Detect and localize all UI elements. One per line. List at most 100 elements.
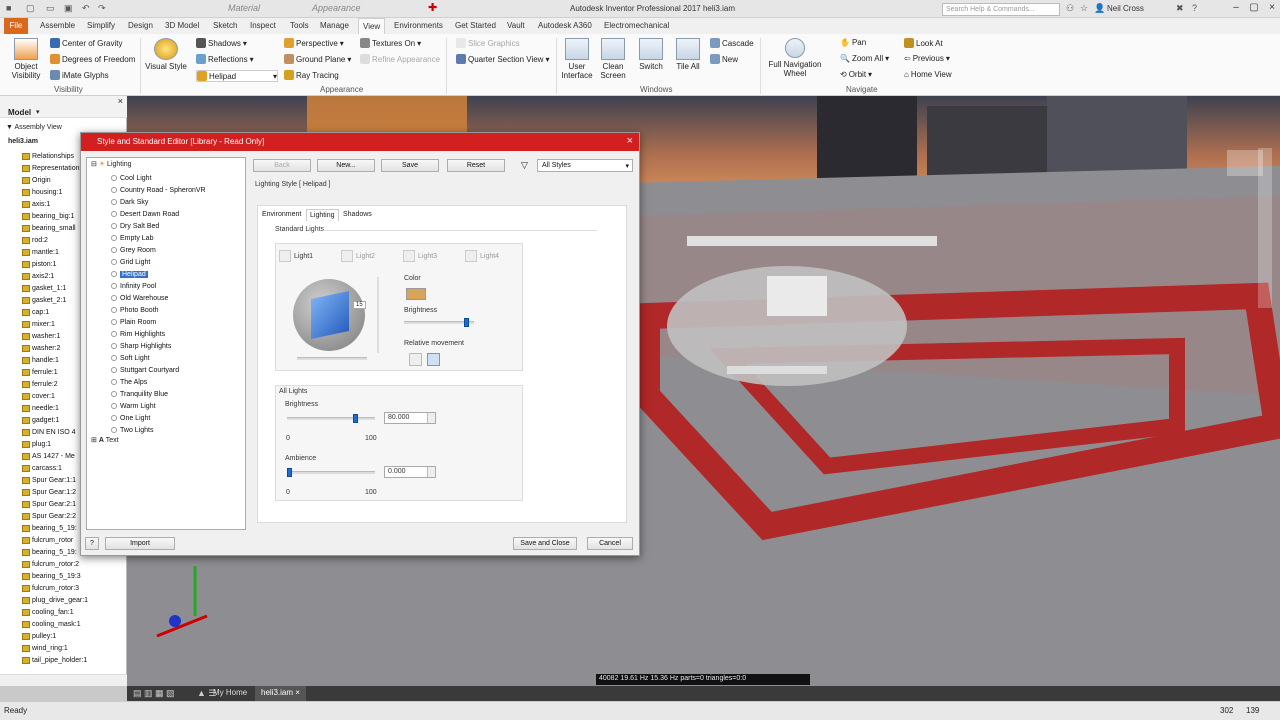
refine-appearance-button[interactable]: Refine Appearance: [360, 54, 440, 64]
style-filter-select[interactable]: All Styles ▾: [537, 159, 633, 172]
new-window-button[interactable]: New: [710, 54, 738, 64]
style-item[interactable]: Sharp Highlights: [87, 340, 245, 352]
style-item[interactable]: Two Lights: [87, 424, 245, 436]
maximize-icon[interactable]: ▢: [1244, 2, 1264, 16]
tab-my-home[interactable]: My Home: [213, 688, 247, 697]
lighting-style-select[interactable]: Helipad ▾: [196, 70, 278, 82]
tab-environment[interactable]: Environment: [259, 209, 304, 220]
light-horizontal-slider[interactable]: [297, 357, 367, 360]
open-file-icon[interactable]: ▭: [46, 3, 55, 14]
tab-light1[interactable]: Light1: [279, 250, 313, 262]
browser-item[interactable]: plug_drive_gear:1: [2, 594, 124, 606]
help-icon[interactable]: ?: [1192, 3, 1197, 13]
undo-icon[interactable]: ↶: [82, 3, 90, 14]
tab-autodesk-a360[interactable]: Autodesk A360: [538, 21, 592, 30]
sign-in-icon[interactable]: ⚇: [1066, 3, 1074, 14]
cascade-button[interactable]: Cascade: [710, 38, 754, 48]
browser-title[interactable]: Model: [8, 108, 31, 117]
user-name[interactable]: Neil Cross: [1107, 4, 1144, 13]
tab-vault[interactable]: Vault: [507, 21, 525, 30]
spinner-icon[interactable]: [427, 467, 435, 477]
camera-move-icon[interactable]: [409, 353, 422, 366]
tab-close-icon[interactable]: ×: [295, 688, 300, 697]
reflections-dropdown[interactable]: Reflections ▾: [196, 54, 254, 64]
light-vertical-slider[interactable]: [377, 277, 379, 353]
appearance-field[interactable]: Appearance: [312, 3, 361, 13]
close-icon[interactable]: ×: [1262, 2, 1280, 16]
tab-manage[interactable]: Manage: [320, 21, 349, 30]
tree-node-text[interactable]: ⊞ A Text: [91, 436, 119, 444]
browser-item[interactable]: wind_ring:1: [2, 642, 124, 654]
tab-simplify[interactable]: Simplify: [87, 21, 115, 30]
browser-item[interactable]: fulcrum_rotor:2: [2, 558, 124, 570]
visual-style-button[interactable]: Visual Style: [144, 38, 188, 71]
viewcube[interactable]: [1227, 150, 1263, 176]
all-brightness-input[interactable]: 80.000: [384, 412, 436, 424]
ambience-input[interactable]: 0.000: [384, 466, 436, 478]
ground-plane-button[interactable]: Ground Plane ▾: [284, 54, 351, 64]
style-item[interactable]: Photo Booth: [87, 304, 245, 316]
light-brightness-slider[interactable]: [404, 318, 474, 327]
browser-item[interactable]: tail_pipe_holder:1: [2, 654, 124, 666]
dialog-close-icon[interactable]: ×: [627, 135, 633, 147]
add-icon[interactable]: ✚: [428, 1, 437, 14]
browser-item[interactable]: pulley:1: [2, 630, 124, 642]
style-item[interactable]: Warm Light: [87, 400, 245, 412]
zoom-all-button[interactable]: 🔍 Zoom All ▾: [840, 54, 889, 63]
browser-root[interactable]: heli3.iam: [8, 138, 38, 145]
look-at-button[interactable]: Look At: [904, 38, 943, 48]
textures-on-button[interactable]: Textures On ▾: [360, 38, 421, 48]
browser-filter[interactable]: ▼ Assembly View: [6, 124, 62, 131]
tab-light4[interactable]: Light4: [465, 250, 499, 262]
tab-inspect[interactable]: Inspect: [250, 21, 276, 30]
import-button[interactable]: Import: [105, 537, 175, 550]
style-item[interactable]: Cool Light: [87, 172, 245, 184]
tab-file[interactable]: File: [4, 18, 28, 34]
tab-heli3[interactable]: heli3.iam ×: [255, 686, 306, 701]
style-item[interactable]: Grey Room: [87, 244, 245, 256]
tab-environments[interactable]: Environments: [394, 21, 443, 30]
style-item[interactable]: The Alps: [87, 376, 245, 388]
style-item[interactable]: One Light: [87, 412, 245, 424]
browser-item[interactable]: cooling_mask:1: [2, 618, 124, 630]
search-input[interactable]: Search Help & Commands...: [942, 3, 1060, 16]
tab-light3[interactable]: Light3: [403, 250, 437, 262]
shadows-dropdown[interactable]: Shadows ▾: [196, 38, 247, 48]
style-item[interactable]: Stuttgart Courtyard: [87, 364, 245, 376]
style-item[interactable]: Dry Salt Bed: [87, 220, 245, 232]
tab-sketch[interactable]: Sketch: [213, 21, 237, 30]
browser-item[interactable]: bearing_5_19:3: [2, 570, 124, 582]
all-brightness-slider[interactable]: [287, 414, 375, 423]
redo-icon[interactable]: ↷: [98, 3, 106, 14]
degrees-of-freedom-button[interactable]: Degrees of Freedom: [50, 54, 135, 64]
browser-close-icon[interactable]: ×: [118, 96, 123, 106]
tab-3d-model[interactable]: 3D Model: [165, 21, 199, 30]
style-item[interactable]: Tranquility Blue: [87, 388, 245, 400]
tab-design[interactable]: Design: [128, 21, 153, 30]
object-visibility-button[interactable]: Object Visibility: [6, 38, 46, 80]
minimize-icon[interactable]: –: [1226, 2, 1246, 16]
style-item[interactable]: Country Road - SpheronVR: [87, 184, 245, 196]
quarter-section-view-dropdown[interactable]: Quarter Section View ▾: [456, 54, 549, 64]
reset-style-button[interactable]: Reset: [447, 159, 505, 172]
save-and-close-button[interactable]: Save and Close: [513, 537, 577, 550]
perspective-dropdown[interactable]: Perspective ▾: [284, 38, 344, 48]
ambience-slider[interactable]: [287, 468, 375, 477]
tab-light2[interactable]: Light2: [341, 250, 375, 262]
light-color-swatch[interactable]: [406, 288, 426, 300]
spinner-icon[interactable]: [427, 413, 435, 423]
center-of-gravity-button[interactable]: Center of Gravity: [50, 38, 122, 48]
tile-all-button[interactable]: Tile All: [672, 38, 704, 71]
tab-electromechanical[interactable]: Electromechanical: [604, 21, 669, 30]
imate-glyphs-button[interactable]: iMate Glyphs: [50, 70, 109, 80]
style-item[interactable]: Old Warehouse: [87, 292, 245, 304]
exchange-icon[interactable]: ✖: [1176, 3, 1184, 14]
ray-tracing-button[interactable]: Ray Tracing: [284, 70, 339, 80]
style-item[interactable]: Rim Highlights: [87, 328, 245, 340]
tab-view[interactable]: View: [358, 18, 386, 34]
new-style-button[interactable]: New...: [317, 159, 375, 172]
tab-assemble[interactable]: Assemble: [40, 21, 75, 30]
browser-item[interactable]: fulcrum_rotor:3: [2, 582, 124, 594]
material-field[interactable]: Material: [228, 3, 260, 13]
tree-node-lighting[interactable]: ⊟ ☀ Lighting: [91, 160, 132, 168]
